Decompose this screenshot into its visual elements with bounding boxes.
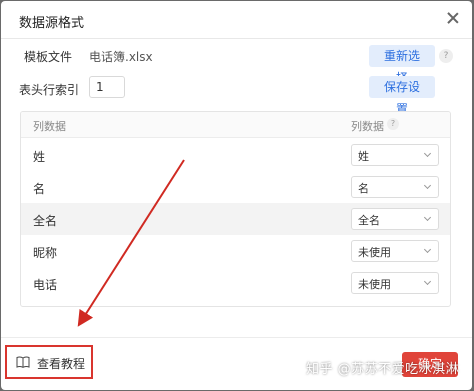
data-source-format-dialog: 数据源格式 模板文件 电话簿.xlsx 重新选择 ? 表头行索引 1 保存设置 … — [1, 1, 472, 390]
table-header: 列数据 列数据 ? — [21, 112, 450, 138]
close-icon[interactable] — [444, 10, 462, 28]
reselect-button[interactable]: 重新选择 — [369, 45, 435, 85]
column-mapping-table: 列数据 列数据 ? 姓 姓 名 名 全名 全名 昵称 未使用 电话 未使用 — [20, 111, 451, 307]
view-tutorial-button[interactable]: 查看教程 — [5, 345, 93, 379]
dialog-title: 数据源格式 — [19, 16, 85, 31]
chevron-down-icon — [423, 277, 432, 286]
chevron-down-icon — [423, 213, 432, 222]
book-icon — [16, 356, 30, 368]
table-row: 全名 全名 — [21, 203, 450, 235]
mapping-select-value: 姓 — [358, 150, 369, 163]
confirm-button[interactable]: 确定 — [402, 352, 458, 377]
view-tutorial-label: 查看教程 — [37, 357, 86, 371]
mapping-select[interactable]: 未使用 — [351, 272, 439, 294]
row-column-name: 名 — [33, 182, 46, 196]
table-row: 电话 未使用 — [21, 267, 450, 299]
chevron-down-icon — [423, 149, 432, 158]
chevron-down-icon — [423, 245, 432, 254]
mapping-select-value: 名 — [358, 182, 369, 195]
table-row: 名 名 — [21, 171, 450, 203]
column-header-right: 列数据 — [351, 120, 384, 133]
mapping-select[interactable]: 全名 — [351, 208, 439, 230]
dialog-titlebar: 数据源格式 — [1, 1, 472, 39]
header-row-index-input[interactable]: 1 — [89, 76, 125, 98]
save-settings-button[interactable]: 保存设置 — [369, 76, 435, 116]
mapping-select-value: 全名 — [358, 214, 380, 227]
row-column-name: 电话 — [33, 278, 58, 292]
chevron-down-icon — [423, 181, 432, 190]
mapping-select[interactable]: 姓 — [351, 144, 439, 166]
column-help-icon[interactable]: ? — [387, 118, 399, 130]
mapping-select[interactable]: 未使用 — [351, 240, 439, 262]
column-header-left: 列数据 — [33, 120, 66, 133]
help-icon[interactable]: ? — [439, 49, 453, 63]
template-file-name: 电话簿.xlsx — [89, 50, 153, 64]
footer-divider — [1, 337, 472, 338]
mapping-select-value: 未使用 — [358, 278, 391, 291]
row-column-name: 姓 — [33, 150, 46, 164]
row-column-name: 全名 — [33, 214, 58, 228]
mapping-select-value: 未使用 — [358, 246, 391, 259]
mapping-select[interactable]: 名 — [351, 176, 439, 198]
row-column-name: 昵称 — [33, 246, 58, 260]
template-file-label: 模板文件 — [24, 50, 73, 64]
table-row: 姓 姓 — [21, 139, 450, 171]
table-row: 昵称 未使用 — [21, 235, 450, 267]
header-row-index-label: 表头行索引 — [19, 83, 80, 97]
